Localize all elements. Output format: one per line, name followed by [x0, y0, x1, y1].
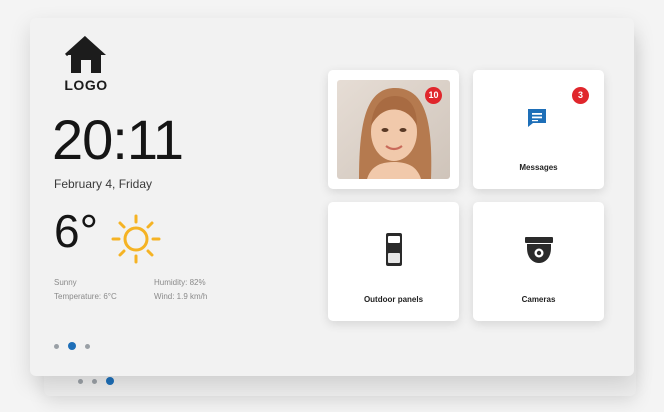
missed-calls-badge: 10 [425, 87, 442, 104]
page-dot-active[interactable] [68, 342, 76, 350]
dome-camera-icon [525, 237, 553, 263]
cameras-label: Cameras [521, 295, 556, 304]
messages-badge: 3 [572, 87, 589, 104]
outdoor-panels-tile[interactable]: Outdoor panels [328, 202, 459, 321]
back-page-indicator [78, 377, 114, 385]
back-page-dot [78, 378, 83, 384]
page-dot[interactable] [85, 343, 90, 349]
weather-condition: Sunny [54, 278, 77, 287]
page-dot[interactable] [54, 343, 59, 349]
outdoor-panels-label: Outdoor panels [363, 295, 424, 304]
messages-label: Messages [519, 163, 558, 172]
cameras-tile[interactable]: Cameras [473, 202, 604, 321]
weather-feels-like: Temperature: 6°C [54, 292, 117, 301]
logo-text: LOGO [64, 77, 108, 93]
logo: LOGO [60, 33, 112, 93]
messages-tile[interactable]: 3 Messages [473, 70, 604, 189]
weather-wind: Wind: 1.9 km/h [154, 292, 208, 301]
weather-humidity: Humidity: 82% [154, 278, 206, 287]
back-page-dot [92, 378, 97, 384]
back-page-dot-active [106, 377, 114, 385]
clock-date: February 4, Friday [54, 177, 153, 191]
page-indicator[interactable] [54, 342, 90, 350]
message-icon [528, 109, 546, 127]
intercom-tile[interactable]: 10 [328, 70, 459, 189]
outdoor-panel-icon [386, 233, 402, 266]
clock-time: 20:11 [52, 108, 184, 171]
house-icon [64, 35, 106, 73]
sun-icon [111, 214, 161, 264]
temperature: 6° [54, 205, 98, 257]
